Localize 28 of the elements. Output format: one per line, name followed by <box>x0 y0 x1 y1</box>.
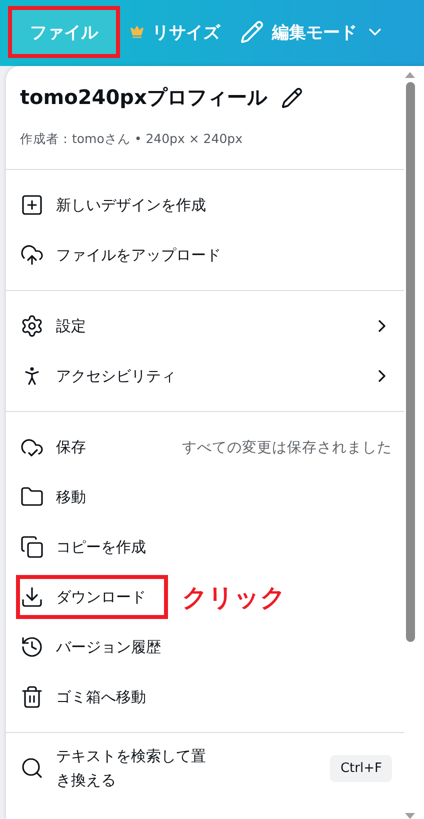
menu-item[interactable]: 新しいデザインを作成 <box>20 193 206 217</box>
trash-icon <box>20 685 44 709</box>
menu-item[interactable]: 移動 <box>20 485 86 509</box>
history-icon <box>20 635 44 659</box>
save-status: すべての変更は保存されました <box>182 438 392 456</box>
menu-item[interactable]: ダウンロード <box>16 575 168 619</box>
design-title: tomo240pxプロフィール <box>20 84 267 111</box>
menu-item[interactable]: 設定 <box>20 314 86 338</box>
copy-icon <box>20 535 44 559</box>
design-info: 作成者：tomoさん • 240px × 240px <box>20 131 244 148</box>
annotation-text: クリック <box>182 582 286 614</box>
settings-icon <box>20 314 44 338</box>
shortcut-key: Ctrl+F <box>330 754 392 782</box>
menu-item[interactable]: ファイルをアップロード <box>20 243 221 267</box>
menu-item[interactable]: ゴミ箱へ移動 <box>20 685 146 709</box>
search-icon <box>20 756 44 780</box>
cloud-upload-icon <box>20 243 44 267</box>
menu-item[interactable]: アクセシビリティ <box>20 364 176 388</box>
menu-item[interactable]: 保存 <box>20 435 86 459</box>
pencil-icon <box>240 20 264 44</box>
menu-item[interactable]: テキストを検索して置き換える <box>20 744 216 792</box>
crown-icon <box>130 25 144 39</box>
pencil-icon[interactable] <box>280 86 303 108</box>
plus-square-icon <box>20 193 44 217</box>
folder-icon <box>20 485 44 509</box>
download-icon <box>20 585 44 609</box>
menu-item[interactable]: バージョン履歴 <box>20 635 161 659</box>
menu-item[interactable]: コピーを作成 <box>20 535 146 559</box>
